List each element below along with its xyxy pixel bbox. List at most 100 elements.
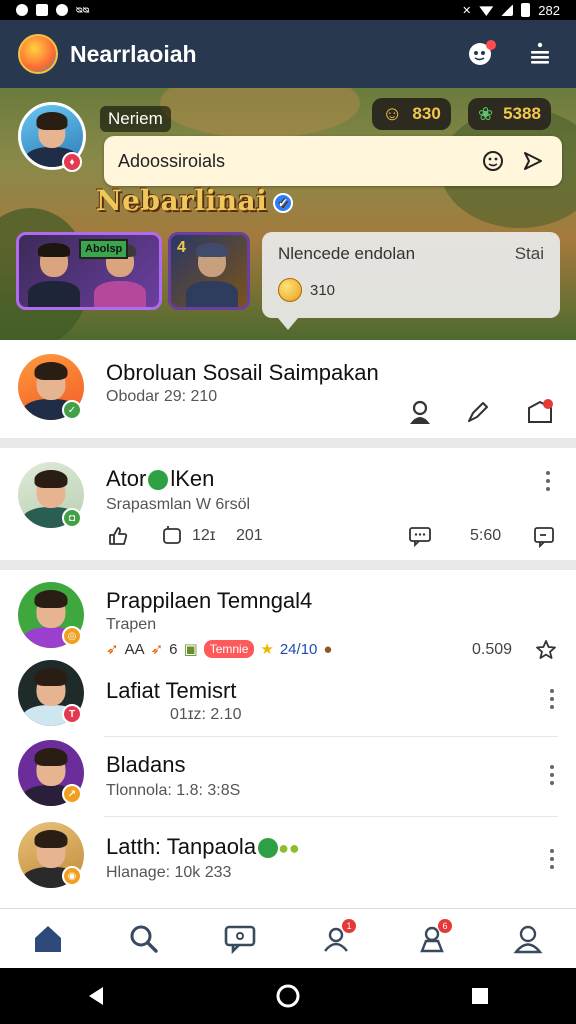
inbox-button[interactable] xyxy=(524,396,556,428)
app-bar: Nearrlaoiah xyxy=(0,20,576,88)
message-bubble[interactable]: Nlencede endolan Stai 310 xyxy=(262,232,560,330)
status-bar: ᴓᴓ ✕ 282 xyxy=(0,0,576,20)
list-item-title[interactable]: Lafiat Temisrt xyxy=(106,678,236,704)
status-badge: ↗ xyxy=(62,784,82,804)
message-action[interactable]: Stai xyxy=(515,244,544,264)
alert-badge: 6 xyxy=(438,918,452,933)
gift-icon: ▣ xyxy=(183,641,198,658)
profile-button[interactable] xyxy=(404,396,436,428)
section-divider xyxy=(0,438,576,448)
like-button[interactable] xyxy=(102,520,134,552)
nav-messages[interactable] xyxy=(216,915,264,963)
verified-icon xyxy=(148,470,169,491)
fruit-icon: ●● xyxy=(278,838,300,858)
hero-banner: ♦ Neriem ☺ 830 ❀ 5388 Nebarlinai✓ Abolsp xyxy=(0,88,576,340)
battery-icon xyxy=(521,3,531,17)
view-count: 5:60 xyxy=(470,527,502,544)
search-icon xyxy=(130,925,158,953)
more-options-button[interactable] xyxy=(542,846,562,872)
status-badge: ◉ xyxy=(62,866,82,886)
hero-title-text: Nebarlinai xyxy=(96,184,268,217)
send-button[interactable] xyxy=(518,146,548,176)
story-card[interactable]: Abolsp xyxy=(16,232,162,310)
message-button[interactable] xyxy=(404,520,436,552)
more-options-button[interactable] xyxy=(542,686,562,712)
story-card[interactable]: 4 xyxy=(168,232,250,310)
circle-home-icon xyxy=(276,984,300,1008)
list-item-title-text: Latth: Tanpaola xyxy=(106,834,257,859)
list-item-value: 0.509 xyxy=(472,641,513,658)
tag-text: AA xyxy=(124,640,145,658)
coin-icon xyxy=(278,278,302,302)
post-title: Obroluan Sosail Saimpakan xyxy=(106,360,379,385)
online-badge: ✓ xyxy=(62,400,82,420)
gem-balance[interactable]: ❀ 5388 xyxy=(468,98,551,130)
post-card[interactable]: ◘ Ator lKen Srapasmlan W 6rsöl 12ɪ 201 5:… xyxy=(0,448,576,560)
notification-badge: 1 xyxy=(342,918,356,933)
tag-text: 6 xyxy=(169,640,178,658)
post-title: Ator lKen xyxy=(106,466,214,492)
list-item-subtitle: Hlanage: 10k 233 xyxy=(106,864,232,881)
status-badge: ♦ xyxy=(62,152,82,172)
message-icon xyxy=(224,925,256,954)
list-item-subtitle: Trapen xyxy=(106,616,157,633)
favorite-button[interactable] xyxy=(530,634,562,666)
tag-text: 24/10 xyxy=(279,640,318,658)
square-icon xyxy=(472,988,488,1004)
list-item-subtitle: Tlonnola: 1.8: 3:8S xyxy=(106,782,241,799)
nav-profile[interactable] xyxy=(504,915,552,963)
list-item-title[interactable]: Bladans xyxy=(106,752,186,778)
shield-icon xyxy=(56,4,68,16)
verified-icon: ✓ xyxy=(273,192,294,213)
post-subtitle: Obodar 29: 210 xyxy=(106,388,218,405)
inbox-icon xyxy=(528,399,553,423)
section-divider xyxy=(0,560,576,570)
reply-button[interactable] xyxy=(528,520,560,552)
comment-button[interactable] xyxy=(156,520,188,552)
search-input[interactable] xyxy=(118,150,468,172)
coin-balance[interactable]: ☺ 830 xyxy=(372,98,451,130)
more-options-button[interactable] xyxy=(538,468,558,494)
reply-icon xyxy=(534,527,554,548)
app-logo xyxy=(18,34,58,74)
edit-button[interactable] xyxy=(462,396,494,428)
background-hill xyxy=(160,88,360,138)
gem-value: 5388 xyxy=(503,104,541,123)
notification-icon xyxy=(16,4,28,16)
emoji-button[interactable] xyxy=(478,146,508,176)
list-item-subtitle: 01ɪz: 2.10 xyxy=(170,706,242,723)
smile-coin-icon: ☺ xyxy=(382,102,403,125)
menu-icon xyxy=(531,42,549,64)
wifi-icon xyxy=(479,6,494,16)
share-count: 201 xyxy=(236,527,263,544)
home-system-button[interactable] xyxy=(268,976,308,1016)
star-outline-icon xyxy=(536,640,556,659)
nav-home[interactable] xyxy=(24,915,72,963)
leaf-gem-icon: ❀ xyxy=(478,103,494,124)
notifications-button[interactable] xyxy=(462,36,498,72)
back-button[interactable] xyxy=(76,976,116,1016)
signal-icon xyxy=(501,4,514,16)
thumbs-up-icon xyxy=(109,527,128,545)
nav-alerts[interactable]: 6 xyxy=(408,915,456,963)
nav-search[interactable] xyxy=(120,915,168,963)
menu-button[interactable] xyxy=(522,36,558,72)
nav-notifications[interactable]: 1 xyxy=(312,915,360,963)
recents-button[interactable] xyxy=(460,976,500,1016)
profile-icon xyxy=(513,925,543,953)
verified-icon xyxy=(258,838,279,859)
list-item-title[interactable]: Latth: Tanpaola ●● xyxy=(106,834,300,860)
tag-row: ➶ AA ➶ 6 ▣ Temnie ★ 24/10 ● xyxy=(106,640,332,658)
burger-icon: ● xyxy=(323,640,333,658)
search-bar xyxy=(104,136,562,186)
list-item-title[interactable]: Prappilaen Temngal4 xyxy=(106,588,312,614)
featured-post[interactable]: ✓ Obroluan Sosail Saimpakan Obodar 29: 2… xyxy=(0,340,576,438)
username: Neriem xyxy=(100,106,171,132)
fire-icon: ➶ xyxy=(106,641,119,658)
back-icon xyxy=(89,987,103,1005)
system-navigation xyxy=(0,968,576,1024)
comment-count: 12ɪ xyxy=(192,527,216,544)
bottom-navigation: 1 6 xyxy=(0,908,576,968)
message-title: Nlencede endolan xyxy=(278,244,416,263)
more-options-button[interactable] xyxy=(542,762,562,788)
